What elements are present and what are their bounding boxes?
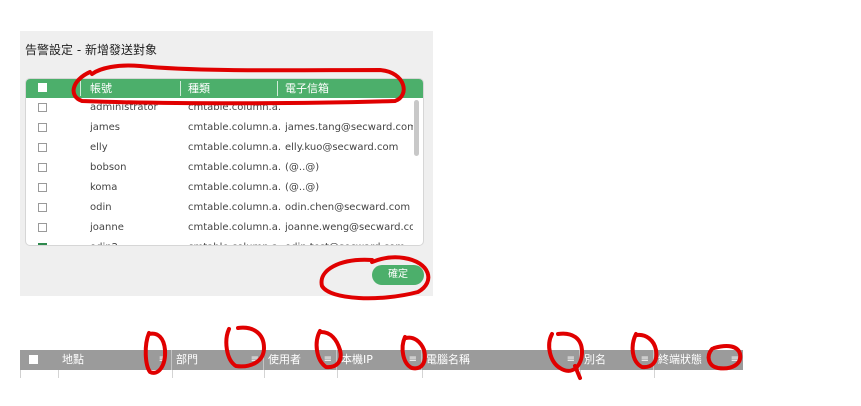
column-header-endpoint-status[interactable]: 終端狀態 ≡ <box>654 350 743 370</box>
account-cell: joanne <box>90 222 124 233</box>
row-checkbox[interactable] <box>38 223 47 232</box>
vertical-scrollbar[interactable] <box>414 100 419 156</box>
device-grid-body <box>20 370 743 378</box>
grid-column-line <box>264 370 265 378</box>
email-cell: elly.kuo@secward.com <box>285 142 399 153</box>
column-header-label: 別名 <box>584 353 606 366</box>
table-header: 帳號 種類 電子信箱 <box>26 79 423 98</box>
type-cell: cmtable.column.a... <box>188 122 280 133</box>
row-checkbox[interactable] <box>38 163 47 172</box>
grid-column-line <box>422 370 423 378</box>
column-header-computer-name[interactable]: 電腦名稱 ≡ <box>422 350 580 370</box>
column-menu-icon[interactable]: ≡ <box>159 354 167 366</box>
type-cell: cmtable.column.a... <box>188 102 280 113</box>
column-header-type[interactable]: 種類 <box>188 79 210 98</box>
type-cell: cmtable.column.a... <box>188 238 280 245</box>
column-header-label: 地點 <box>62 353 84 366</box>
column-divider <box>80 81 81 96</box>
account-cell: administrator <box>90 102 158 113</box>
account-cell: odin2 <box>90 238 185 245</box>
grid-column-line <box>172 370 173 378</box>
row-checkbox[interactable] <box>38 123 47 132</box>
column-menu-icon[interactable]: ≡ <box>731 354 739 366</box>
column-header-label: 終端狀態 <box>658 353 702 366</box>
add-recipient-dialog: 告警設定 - 新增發送對象 帳號 種類 電子信箱 administrator c… <box>20 31 433 296</box>
type-cell: cmtable.column.a... <box>188 142 280 153</box>
row-checkbox[interactable] <box>38 183 47 192</box>
confirm-button[interactable]: 確定 <box>372 265 424 285</box>
row-checkbox[interactable] <box>38 143 47 152</box>
account-cell: bobson <box>90 162 127 173</box>
grid-column-line <box>580 370 581 378</box>
column-header-location[interactable]: 地點 ≡ <box>58 350 172 370</box>
column-header-department[interactable]: 部門 ≡ <box>172 350 264 370</box>
table-row[interactable]: elly cmtable.column.a... elly.kuo@secwar… <box>26 138 423 158</box>
account-cell: odin <box>90 202 112 213</box>
column-divider <box>180 81 181 96</box>
table-row[interactable]: bobson cmtable.column.a... (@..@) <box>26 158 423 178</box>
table-row[interactable]: joanne cmtable.column.a... joanne.weng@s… <box>26 218 423 238</box>
column-header-label: 電腦名稱 <box>426 353 470 366</box>
email-cell: (@..@) <box>285 162 320 173</box>
column-header-user[interactable]: 使用者 ≡ <box>264 350 337 370</box>
recipient-table: 帳號 種類 電子信箱 administrator cmtable.column.… <box>25 78 424 246</box>
table-row[interactable]: odin cmtable.column.a... odin.chen@secwa… <box>26 198 423 218</box>
email-cell: odin.chen@secward.com <box>285 202 411 213</box>
email-cell: (@..@) <box>285 182 320 193</box>
row-checkbox[interactable] <box>38 103 47 112</box>
column-menu-icon[interactable]: ≡ <box>409 354 417 366</box>
table-row[interactable]: james cmtable.column.a... james.tang@sec… <box>26 118 423 138</box>
column-header-alias[interactable]: 別名 ≡ <box>580 350 654 370</box>
grid-column-line <box>654 370 655 378</box>
dialog-title: 告警設定 - 新增發送對象 <box>25 43 157 57</box>
select-all-checkbox[interactable] <box>38 83 47 92</box>
row-checkbox[interactable] <box>38 243 47 245</box>
table-row[interactable]: administrator cmtable.column.a... <box>26 98 423 118</box>
column-header-label: 使用者 <box>268 353 301 366</box>
type-cell: cmtable.column.a... <box>188 202 280 213</box>
account-cell: koma <box>90 182 118 193</box>
row-checkbox[interactable] <box>38 203 47 212</box>
column-menu-icon[interactable]: ≡ <box>641 354 649 366</box>
column-header-local-ip[interactable]: 本機IP ≡ <box>337 350 422 370</box>
type-cell: cmtable.column.a... <box>188 182 280 193</box>
column-menu-icon[interactable]: ≡ <box>567 354 575 366</box>
email-cell: odin.test@secward.com <box>285 238 413 245</box>
table-row[interactable]: koma cmtable.column.a... (@..@) <box>26 178 423 198</box>
grid-column-line <box>58 370 59 378</box>
account-cell: james <box>90 122 121 133</box>
column-header-email[interactable]: 電子信箱 <box>285 79 329 98</box>
type-cell: cmtable.column.a... <box>188 162 280 173</box>
grid-column-line <box>337 370 338 378</box>
type-cell: cmtable.column.a... <box>188 222 280 233</box>
account-cell: elly <box>90 142 108 153</box>
email-cell: joanne.weng@secward.com <box>285 222 413 233</box>
column-menu-icon[interactable]: ≡ <box>324 354 332 366</box>
column-header-label: 本機IP <box>341 353 373 366</box>
column-divider <box>277 81 278 96</box>
select-all-checkbox[interactable] <box>29 355 38 364</box>
email-cell: james.tang@secward.com <box>285 122 413 133</box>
column-menu-icon[interactable]: ≡ <box>251 354 259 366</box>
column-header-label: 部門 <box>176 353 198 366</box>
device-grid-header: 地點 ≡ 部門 ≡ 使用者 ≡ 本機IP ≡ 電腦名稱 ≡ 別名 ≡ 終端狀態 … <box>20 350 743 370</box>
column-header-account[interactable]: 帳號 <box>90 79 112 98</box>
table-row[interactable]: odin2 cmtable.column.a... odin.test@secw… <box>26 238 423 245</box>
